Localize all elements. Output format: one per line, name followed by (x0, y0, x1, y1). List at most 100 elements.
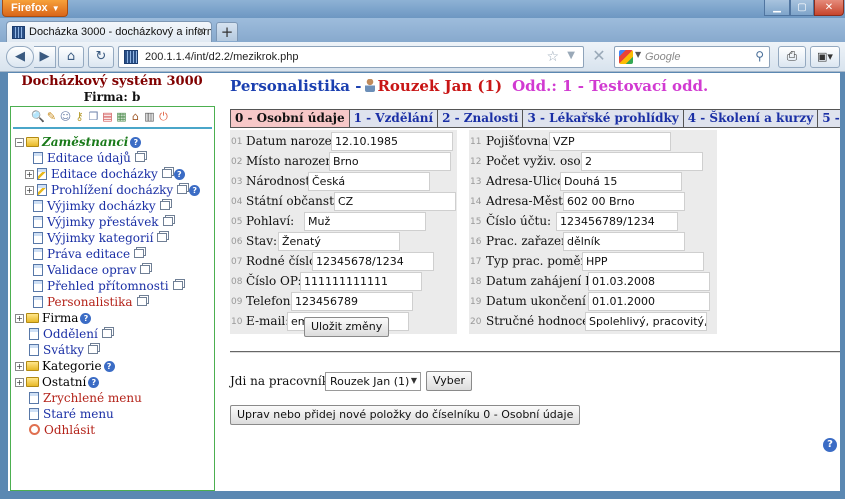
forward-button[interactable]: ▶ (34, 46, 56, 68)
new-window-icon[interactable] (88, 345, 99, 354)
cislo-uctu-field[interactable]: 123456789/1234 (556, 212, 678, 231)
firefox-menu-button[interactable]: Firefox ▼ (2, 0, 68, 17)
tab-osobni-udaje[interactable]: 0 - Osobní údaje (231, 110, 349, 127)
menu-group-ostatni[interactable]: + Ostatní? (11, 375, 214, 391)
users-icon[interactable]: ☺ (59, 110, 72, 123)
typ-prac-pomeru-field[interactable]: HPP (582, 252, 704, 271)
menu-item-odhlasit[interactable]: Odhlásit (11, 423, 214, 439)
tab-skoleni-a-kurzy[interactable]: 4 - Školení a kurzy (682, 110, 818, 127)
expand-icon[interactable]: + (25, 170, 34, 179)
menu-item-prava-editace[interactable]: Práva editace (11, 247, 214, 263)
expand-icon[interactable]: + (15, 314, 24, 323)
menu-group-firma[interactable]: + Firma? (11, 311, 214, 327)
prac-zarazeni-field[interactable]: dělník (563, 232, 685, 251)
narodnost-field[interactable]: Česká (308, 172, 430, 191)
select-employee-button[interactable]: Vyber (426, 371, 473, 391)
adresa-mesto-field[interactable]: 602 00 Brno (563, 192, 685, 211)
new-window-icon[interactable] (101, 329, 112, 338)
new-window-icon[interactable] (140, 265, 151, 274)
help-icon[interactable]: ? (103, 361, 115, 372)
datum-zahajeni-pp-field[interactable]: 01.03.2008 (588, 272, 710, 291)
pojistovna-field[interactable]: VZP (549, 132, 671, 151)
menu-item-oddeleni[interactable]: Oddělení (11, 327, 214, 343)
menu-item-zrychlene-menu[interactable]: Zrychlené menu (11, 391, 214, 407)
strucne-hodnoceni-field[interactable]: Spolehlivý, pracovitý, do (585, 312, 707, 331)
menu-item-stare-menu[interactable]: Staré menu (11, 407, 214, 423)
datum-ukonceni-pp-field[interactable]: 01.01.2000 (588, 292, 710, 311)
browser-tab[interactable]: Docházka 3000 - docházkový a informač...… (6, 21, 212, 43)
search-icon[interactable]: ⚲ (755, 49, 764, 63)
new-window-icon[interactable] (159, 201, 170, 210)
new-tab-button[interactable]: + (216, 22, 238, 41)
key-icon[interactable]: ⚷ (73, 110, 86, 123)
pocet-vyziv-osob-field[interactable]: 2 (581, 152, 703, 171)
collapse-icon[interactable]: − (15, 138, 24, 147)
tab-prac-pomucky[interactable]: 5 - Prac. pomůcky (817, 110, 840, 127)
cislo-op-field[interactable]: 111111111111 (300, 272, 422, 291)
close-window-button[interactable]: ✕ (814, 0, 844, 16)
tab-znalosti[interactable]: 2 - Znalosti (437, 110, 523, 127)
menu-item-prohlizeni-dochazky[interactable]: + Prohlížení docházky? (11, 183, 214, 199)
tab-vzdelani[interactable]: 1 - Vzdělání (348, 110, 438, 127)
statni-obcanstvi-field[interactable]: CZ (334, 192, 456, 211)
telefon-field[interactable]: 123456789 (291, 292, 413, 311)
menu-item-editace-udaju[interactable]: Editace údajů (11, 151, 214, 167)
close-tab-icon[interactable]: ✕ (197, 25, 206, 38)
power-icon[interactable]: ⏻ (157, 110, 170, 124)
help-icon[interactable]: ? (130, 137, 142, 148)
adresa-ulice-field[interactable]: Douhá 15 (560, 172, 682, 191)
document-icon[interactable]: ▤ (101, 110, 114, 123)
money-icon[interactable]: ▦ (115, 110, 128, 123)
datum-narozeni-field[interactable]: 12.10.1985 (331, 132, 453, 151)
tab-lekarske-prohlidky[interactable]: 3 - Lékařské prohlídky (522, 110, 683, 127)
stav-field[interactable]: Ženatý (278, 232, 400, 251)
new-window-icon[interactable] (172, 281, 183, 290)
employee-select[interactable]: Rouzek Jan (1) ▼ (325, 372, 421, 391)
menu-item-validace-oprav[interactable]: Validace oprav (11, 263, 214, 279)
back-button[interactable]: ◀ (6, 46, 34, 68)
new-window-icon[interactable] (134, 249, 145, 258)
help-icon[interactable]: ? (173, 169, 185, 180)
search-icon[interactable]: 🔍 (31, 110, 45, 123)
save-button[interactable]: Uložit změny (304, 317, 390, 337)
home-icon[interactable]: ⌂ (129, 110, 142, 123)
help-icon[interactable]: ? (823, 438, 837, 452)
menu-item-editace-dochazky[interactable]: + Editace docházky? (11, 167, 214, 183)
new-window-icon[interactable] (162, 217, 173, 226)
stop-button[interactable]: ✕ (588, 46, 610, 68)
menu-item-vyjimky-prestavek[interactable]: Výjimky přestávek (11, 215, 214, 231)
home-button[interactable]: ⌂ (58, 46, 84, 68)
new-window-icon[interactable] (157, 233, 168, 242)
misto-narozeni-field[interactable]: Brno (329, 152, 451, 171)
menu-group-zamestnanci[interactable]: − Zaměstnanci? (11, 135, 214, 151)
copy-icon[interactable]: ❐ (87, 110, 100, 123)
menu-item-prehled-pritomnosti[interactable]: Přehled přítomnosti (11, 279, 214, 295)
rodne-cislo-field[interactable]: 12345678/1234 (312, 252, 434, 271)
address-bar[interactable]: 200.1.1.4/int/d2.2/mezikrok.php ☆ ▼ (118, 46, 584, 68)
menu-item-svatky[interactable]: Svátky (11, 343, 214, 359)
new-window-icon[interactable] (161, 169, 172, 178)
menu-group-kategorie[interactable]: + Kategorie? (11, 359, 214, 375)
building-icon[interactable]: ▥ (143, 110, 156, 123)
bookmark-star-icon[interactable]: ☆ (546, 49, 559, 65)
help-icon[interactable]: ? (189, 185, 201, 196)
edit-codebook-button[interactable]: Uprav nebo přidej nové položky do číseln… (230, 405, 581, 425)
menu-item-vyjimky-kategorii[interactable]: Výjimky kategorií (11, 231, 214, 247)
reload-button[interactable]: ↻ (88, 46, 114, 68)
url-dropdown-icon[interactable]: ▼ (567, 50, 575, 61)
new-window-icon[interactable] (177, 185, 188, 194)
expand-icon[interactable]: + (15, 362, 24, 371)
new-window-icon[interactable] (134, 153, 145, 162)
new-window-icon[interactable] (136, 297, 147, 306)
minimize-button[interactable]: ▁ (764, 0, 790, 16)
maximize-button[interactable]: ▢ (790, 0, 814, 16)
menu-item-personalistika[interactable]: Personalistika (11, 295, 214, 311)
help-icon[interactable]: ? (80, 313, 92, 324)
pohlavi-field[interactable]: Muž (304, 212, 426, 231)
help-icon[interactable]: ? (88, 377, 100, 388)
menu-item-vyjimky-dochazky[interactable]: Výjimky docházky (11, 199, 214, 215)
print-button[interactable]: ⎙ (778, 46, 806, 68)
expand-icon[interactable]: + (15, 378, 24, 387)
search-input[interactable]: ▼ Google ⚲ (614, 46, 770, 68)
pencil-icon[interactable]: ✎ (45, 110, 58, 123)
